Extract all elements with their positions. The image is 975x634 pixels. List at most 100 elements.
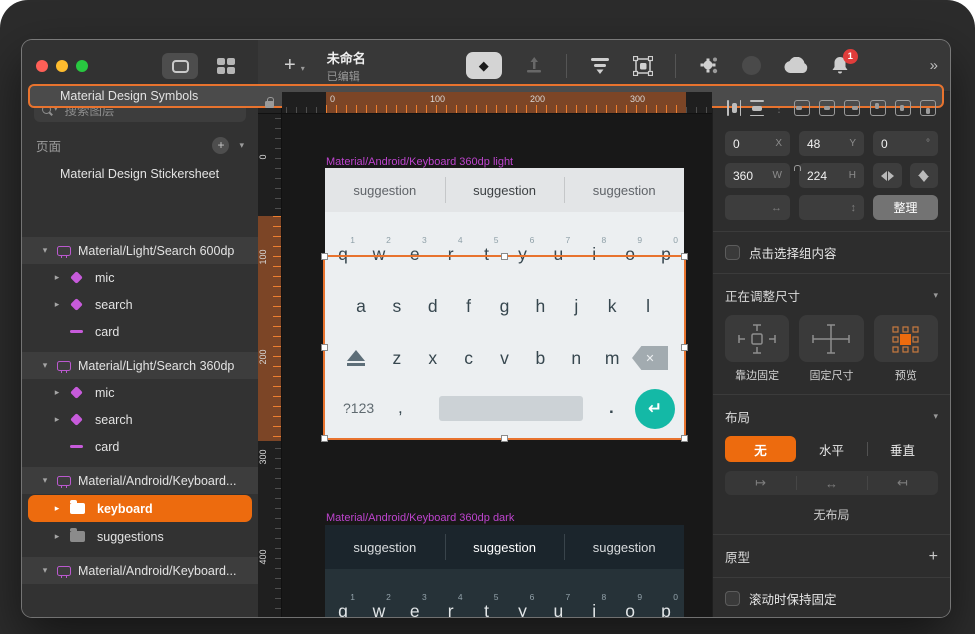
notifications-button[interactable]: 1: [831, 56, 849, 75]
align-distribute-button[interactable]: [589, 57, 611, 75]
canvas-view-toggle[interactable]: [162, 53, 198, 79]
components-view-toggle[interactable]: [208, 53, 244, 79]
pin-scroll-checkbox[interactable]: [725, 591, 740, 606]
fixed-width-field[interactable]: ↔: [725, 195, 790, 220]
tidy-button[interactable]: 整理: [873, 195, 938, 220]
canvas-viewport[interactable]: Material/Android/Keyboard 360dp light su…: [282, 114, 712, 617]
preview-icon[interactable]: [742, 56, 761, 75]
minimize-window-button[interactable]: [56, 60, 68, 72]
artboard-title-light[interactable]: Material/Android/Keyboard 360dp light: [326, 156, 513, 168]
flip-horizontal-button[interactable]: [873, 163, 902, 188]
key-v: v: [487, 338, 523, 378]
align-right-button[interactable]: [844, 100, 860, 116]
key-d: d: [415, 286, 451, 326]
layer-expand-chevron-icon[interactable]: ▸: [52, 272, 62, 283]
layer-expand-chevron-icon[interactable]: ▾: [40, 565, 50, 576]
fixed-height-field[interactable]: ↕: [799, 195, 864, 220]
group-selection-button[interactable]: [633, 56, 653, 76]
layout-collapse-chevron-icon[interactable]: ▾: [933, 411, 938, 422]
layer-item-search[interactable]: ▸search: [22, 406, 258, 433]
keyboard-group[interactable]: 1q2w3e4r5t6y7u8i9o0p asdfghjkl ✕ zxcvbnm…: [325, 212, 684, 438]
layer-expand-chevron-icon[interactable]: ▾: [40, 360, 50, 371]
align-left-button[interactable]: [794, 100, 810, 116]
horizontal-ruler[interactable]: 0100200300: [282, 92, 712, 114]
flip-vertical-button[interactable]: [910, 163, 939, 188]
artboard-keyboard-dark[interactable]: suggestionsuggestionsuggestion 1q2w3e4r5…: [325, 525, 684, 617]
layer-item-material-light-search-360dp[interactable]: ▾Material/Light/Search 360dp: [22, 352, 258, 379]
select-group-content-row: 点击选择组内容: [725, 243, 938, 262]
resize-handle[interactable]: [681, 435, 688, 442]
align-center-horizontal-button[interactable]: [819, 100, 835, 116]
layer-item-mic[interactable]: ▸mic: [22, 379, 258, 406]
ruler-label: 300: [258, 445, 268, 469]
key-y: 6y: [505, 591, 541, 617]
artboard-keyboard-light[interactable]: suggestionsuggestionsuggestion 1q2w3e4r5…: [325, 168, 684, 438]
layer-expand-chevron-icon[interactable]: ▸: [52, 414, 62, 425]
fixed-size-button[interactable]: [799, 315, 863, 362]
page-item[interactable]: Material Design Stickersheet: [30, 162, 250, 186]
align-bottom-button[interactable]: [920, 100, 936, 116]
layout-none-segment[interactable]: 无: [725, 436, 796, 462]
resizing-collapse-chevron-icon[interactable]: ▾: [933, 290, 938, 301]
create-symbol-button[interactable]: ◆: [466, 52, 502, 79]
resize-handle[interactable]: [501, 435, 508, 442]
x-position-field[interactable]: 0X: [725, 131, 790, 156]
key-j: j: [558, 286, 594, 326]
layout-arrange-right-icon[interactable]: ↤: [867, 471, 938, 495]
add-page-button[interactable]: +: [212, 137, 229, 154]
layout-vertical-segment[interactable]: 垂直: [867, 436, 938, 462]
distribute-vertically-button[interactable]: [750, 100, 764, 116]
layer-item-mic[interactable]: ▸ mic: [22, 264, 258, 291]
toolbar-overflow-button[interactable]: »: [930, 57, 936, 74]
align-top-button[interactable]: [870, 100, 886, 116]
layer-item-material-light-search-600dp[interactable]: ▾ Material/Light/Search 600dp: [22, 237, 258, 264]
layer-expand-chevron-icon[interactable]: ▾: [40, 475, 50, 486]
layer-expand-chevron-icon[interactable]: ▾: [40, 245, 50, 256]
pages-collapse-chevron-icon[interactable]: ▾: [239, 140, 244, 151]
layer-expand-chevron-icon[interactable]: ▸: [52, 299, 62, 310]
layer-item-card[interactable]: card: [22, 318, 258, 345]
layer-item-search[interactable]: ▸search: [22, 291, 258, 318]
select-group-content-checkbox[interactable]: [725, 245, 740, 260]
layout-horizontal-segment[interactable]: 水平: [796, 436, 867, 462]
y-position-field[interactable]: 48Y: [799, 131, 864, 156]
layout-arrange-left-icon[interactable]: ↦: [725, 471, 796, 495]
close-window-button[interactable]: [36, 60, 48, 72]
add-prototype-button[interactable]: +: [929, 548, 938, 566]
insert-chevron-icon[interactable]: ▾: [301, 64, 305, 73]
width-field[interactable]: 360W: [725, 163, 790, 188]
layout-arrange-center-icon[interactable]: ↔: [796, 471, 867, 495]
rotation-field[interactable]: 0°: [873, 131, 938, 156]
distribute-icon[interactable]: [524, 57, 544, 75]
layer-expand-chevron-icon[interactable]: ▸: [52, 387, 62, 398]
pin-to-edge-button[interactable]: [725, 315, 789, 362]
search-input[interactable]: ▾ 搜索图层: [34, 96, 246, 122]
distribute-horizontally-button[interactable]: [727, 100, 741, 116]
search-filter-chevron-icon[interactable]: ▾: [54, 105, 58, 113]
resizing-section-header: 正在调整尺寸 ▾: [725, 286, 938, 305]
layer-label: mic: [95, 271, 114, 285]
layer-item-material-android-keyboard-[interactable]: ▾Material/Android/Keyboard...: [22, 467, 258, 494]
layout-title: 布局: [725, 407, 750, 426]
align-middle-vertical-button[interactable]: [895, 100, 911, 116]
keyboard-group[interactable]: 1q2w3e4r5t6y7u8i9o0p: [325, 569, 684, 617]
layer-expand-chevron-icon[interactable]: ▸: [52, 503, 62, 514]
ruler-corner[interactable]: [258, 92, 282, 114]
vertical-ruler[interactable]: 0100200300400: [258, 114, 282, 617]
layer-expand-chevron-icon[interactable]: ▸: [52, 531, 62, 542]
layer-item-card[interactable]: card: [22, 433, 258, 460]
cloud-share-button[interactable]: [783, 57, 809, 74]
height-field[interactable]: 224H: [799, 163, 864, 188]
symbol-icon: [70, 271, 83, 284]
layer-label: Material/Light/Search 600dp: [78, 244, 234, 258]
artboard-title-dark[interactable]: Material/Android/Keyboard 360dp dark: [326, 512, 514, 524]
detach-symbol-button[interactable]: [698, 56, 720, 76]
layer-item-suggestions[interactable]: ▸suggestions: [22, 523, 258, 550]
zoom-window-button[interactable]: [76, 60, 88, 72]
layer-item-keyboard[interactable]: ▸keyboard: [28, 495, 252, 522]
layer-item-material-android-keyboard-[interactable]: ▾Material/Android/Keyboard...: [22, 557, 258, 584]
key-i: 8i: [576, 234, 612, 274]
insert-button[interactable]: +: [284, 54, 296, 77]
ruler-label: 200: [258, 345, 268, 369]
resize-handle[interactable]: [321, 435, 328, 442]
